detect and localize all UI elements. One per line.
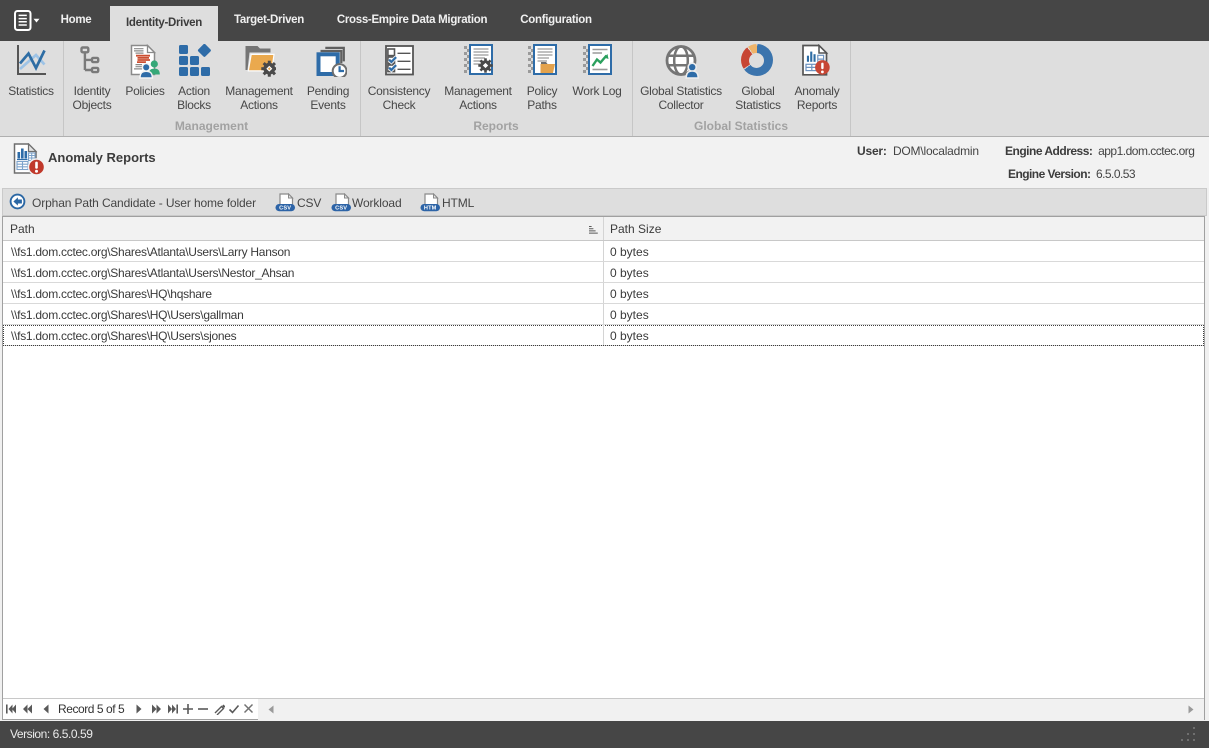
svg-text:CSV: CSV (335, 205, 347, 211)
svg-text:HTM: HTM (423, 205, 436, 211)
svg-text:CSV: CSV (279, 205, 291, 211)
